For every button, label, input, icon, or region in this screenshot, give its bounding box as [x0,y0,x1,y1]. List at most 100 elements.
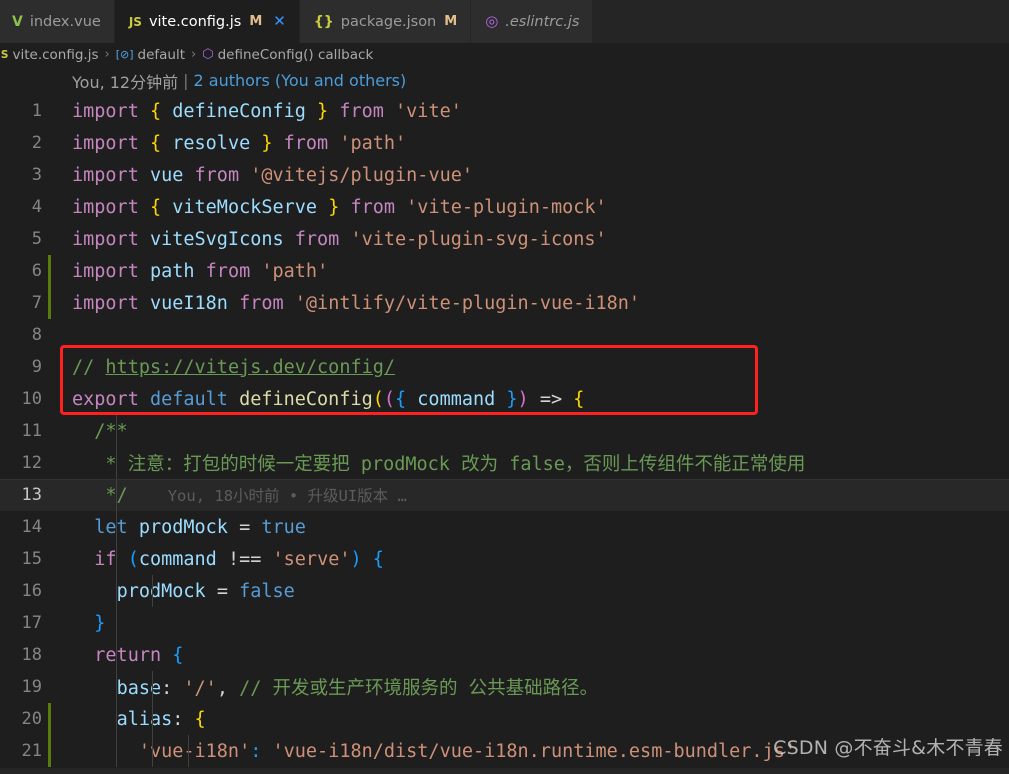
git-gutter [44,511,56,543]
code-content: } [94,612,106,634]
git-gutter-added [44,735,56,767]
vue-file-icon: V [12,13,23,30]
tab-package-json[interactable]: {} package.json M [299,0,472,43]
git-gutter [44,127,56,159]
breadcrumb-item-callback[interactable]: ⬡ defineConfig() callback [202,47,373,63]
code-line[interactable]: 11 /** [0,415,1009,447]
git-gutter-added [44,287,56,319]
tab-index-vue[interactable]: V index.vue [0,0,115,43]
code-content: import { defineConfig } from 'vite' [72,100,462,122]
line-number: 16 [21,581,42,601]
json-file-icon: {} [313,13,334,30]
code-line[interactable]: 17 } [0,607,1009,639]
tab-modified-badge: M [249,14,263,29]
code-line[interactable]: 16 prodMock = false [0,575,1009,607]
line-number: 13 [21,485,42,505]
git-gutter [44,575,56,607]
git-gutter [44,383,56,415]
code-content: export default defineConfig(({ command }… [72,388,585,410]
code-content: import vue from '@vitejs/plugin-vue' [72,164,473,186]
line-number: 21 [21,741,42,761]
code-line[interactable]: 2 import { resolve } from 'path' [0,127,1009,159]
javascript-file-icon: JS [0,48,9,61]
code-line[interactable]: 9 // https://vitejs.dev/config/ [0,351,1009,383]
breadcrumb: JS vite.config.js › [⊘] default › ⬡ defi… [0,43,1009,66]
code-line[interactable]: 4 import { viteMockServe } from 'vite-pl… [0,191,1009,223]
code-line[interactable]: 3 import vue from '@vitejs/plugin-vue' [0,159,1009,191]
git-gutter [44,351,56,383]
line-number: 11 [21,421,42,441]
line-number: 17 [21,613,42,633]
blame-authors-link[interactable]: 2 authors (You and others) [194,71,407,90]
line-number: 1 [31,101,42,121]
line-number: 5 [31,229,42,249]
code-content: import { resolve } from 'path' [72,132,407,154]
git-gutter [44,95,56,127]
code-line[interactable]: 19 base: '/', // 开发或生产环境服务的 公共基础路径。 [0,671,1009,703]
git-gutter [44,671,56,703]
line-number: 19 [21,677,42,697]
code-line-current[interactable]: 13 */You, 18小时前 • 升级UI版本 … [0,479,1009,511]
code-content: 'vue-i18n': 'vue-i18n/dist/vue-i18n.runt… [138,740,796,762]
git-gutter [44,639,56,671]
chevron-right-icon: › [104,47,110,62]
git-gutter [44,543,56,575]
git-gutter-added [44,255,56,287]
line-number: 20 [21,709,42,729]
code-editor[interactable]: 1 import { defineConfig } from 'vite' 2 … [0,95,1009,774]
bottom-edge-strip [0,768,1009,774]
blame-separator: | [183,71,189,90]
breadcrumb-item-file[interactable]: JS vite.config.js [0,46,99,63]
code-line[interactable]: 8 [0,319,1009,351]
chevron-right-icon: › [191,47,197,62]
function-symbol-icon: ⬡ [202,47,214,62]
code-line[interactable]: 7 import vueI18n from '@intlify/vite-plu… [0,287,1009,319]
code-line[interactable]: 1 import { defineConfig } from 'vite' [0,95,1009,127]
git-gutter [44,319,56,351]
code-line[interactable]: 15 if (command !== 'serve') { [0,543,1009,575]
code-content: alias: { [116,708,206,730]
javascript-file-icon: JS [128,14,142,29]
code-content: import { viteMockServe } from 'vite-plug… [72,196,607,218]
tab-label: index.vue [29,13,101,30]
breadcrumb-label: defineConfig() callback [217,46,374,63]
code-content: // https://vitejs.dev/config/ [72,356,396,378]
git-gutter [44,479,56,511]
line-number: 7 [31,293,42,313]
tab-label: .eslintrc.js [505,13,580,30]
line-number: 9 [31,357,42,377]
editor-tab-bar: V index.vue JS vite.config.js M ✕ {} pac… [0,0,1009,43]
tab-bar-empty-space [593,0,1009,43]
breadcrumb-item-default[interactable]: [⊘] default [116,47,185,63]
tab-label: package.json [340,13,437,30]
gitlens-inline-blame[interactable]: You, 18小时前 • 升级UI版本 … [128,487,407,505]
code-line[interactable]: 18 return { [0,639,1009,671]
code-line[interactable]: 5 import viteSvgIcons from 'vite-plugin-… [0,223,1009,255]
breadcrumb-label: vite.config.js [12,46,99,63]
line-number: 4 [31,197,42,217]
line-number: 14 [21,517,42,537]
code-line[interactable]: 6 import path from 'path' [0,255,1009,287]
code-content: prodMock = false [116,580,295,602]
code-content: import vueI18n from '@intlify/vite-plugi… [72,292,641,314]
tab-modified-badge: M [444,14,458,29]
code-content: import viteSvgIcons from 'vite-plugin-sv… [72,228,607,250]
code-line[interactable]: 20 alias: { [0,703,1009,735]
code-content: if (command !== 'serve') { [94,548,384,570]
git-gutter [44,159,56,191]
code-content: */You, 18小时前 • 升级UI版本 … [56,484,407,506]
code-line[interactable]: 14 let prodMock = true [0,511,1009,543]
code-content: base: '/', // 开发或生产环境服务的 公共基础路径。 [116,678,599,699]
line-number: 2 [31,133,42,153]
comment-url-link[interactable]: https://vitejs.dev/config/ [105,357,395,378]
git-gutter [44,415,56,447]
git-gutter [44,447,56,479]
tab-eslintrc-js[interactable]: ◎ .eslintrc.js [471,0,594,43]
code-line[interactable]: 10 export default defineConfig(({ comman… [0,383,1009,415]
git-gutter [44,607,56,639]
line-number: 12 [21,453,42,473]
close-icon[interactable]: ✕ [273,14,286,29]
tab-vite-config-js[interactable]: JS vite.config.js M ✕ [114,0,300,43]
code-line[interactable]: 12 * 注意：打包的时候一定要把 prodMock 改为 false，否则上传… [0,447,1009,479]
eslint-file-icon: ◎ [485,12,499,30]
